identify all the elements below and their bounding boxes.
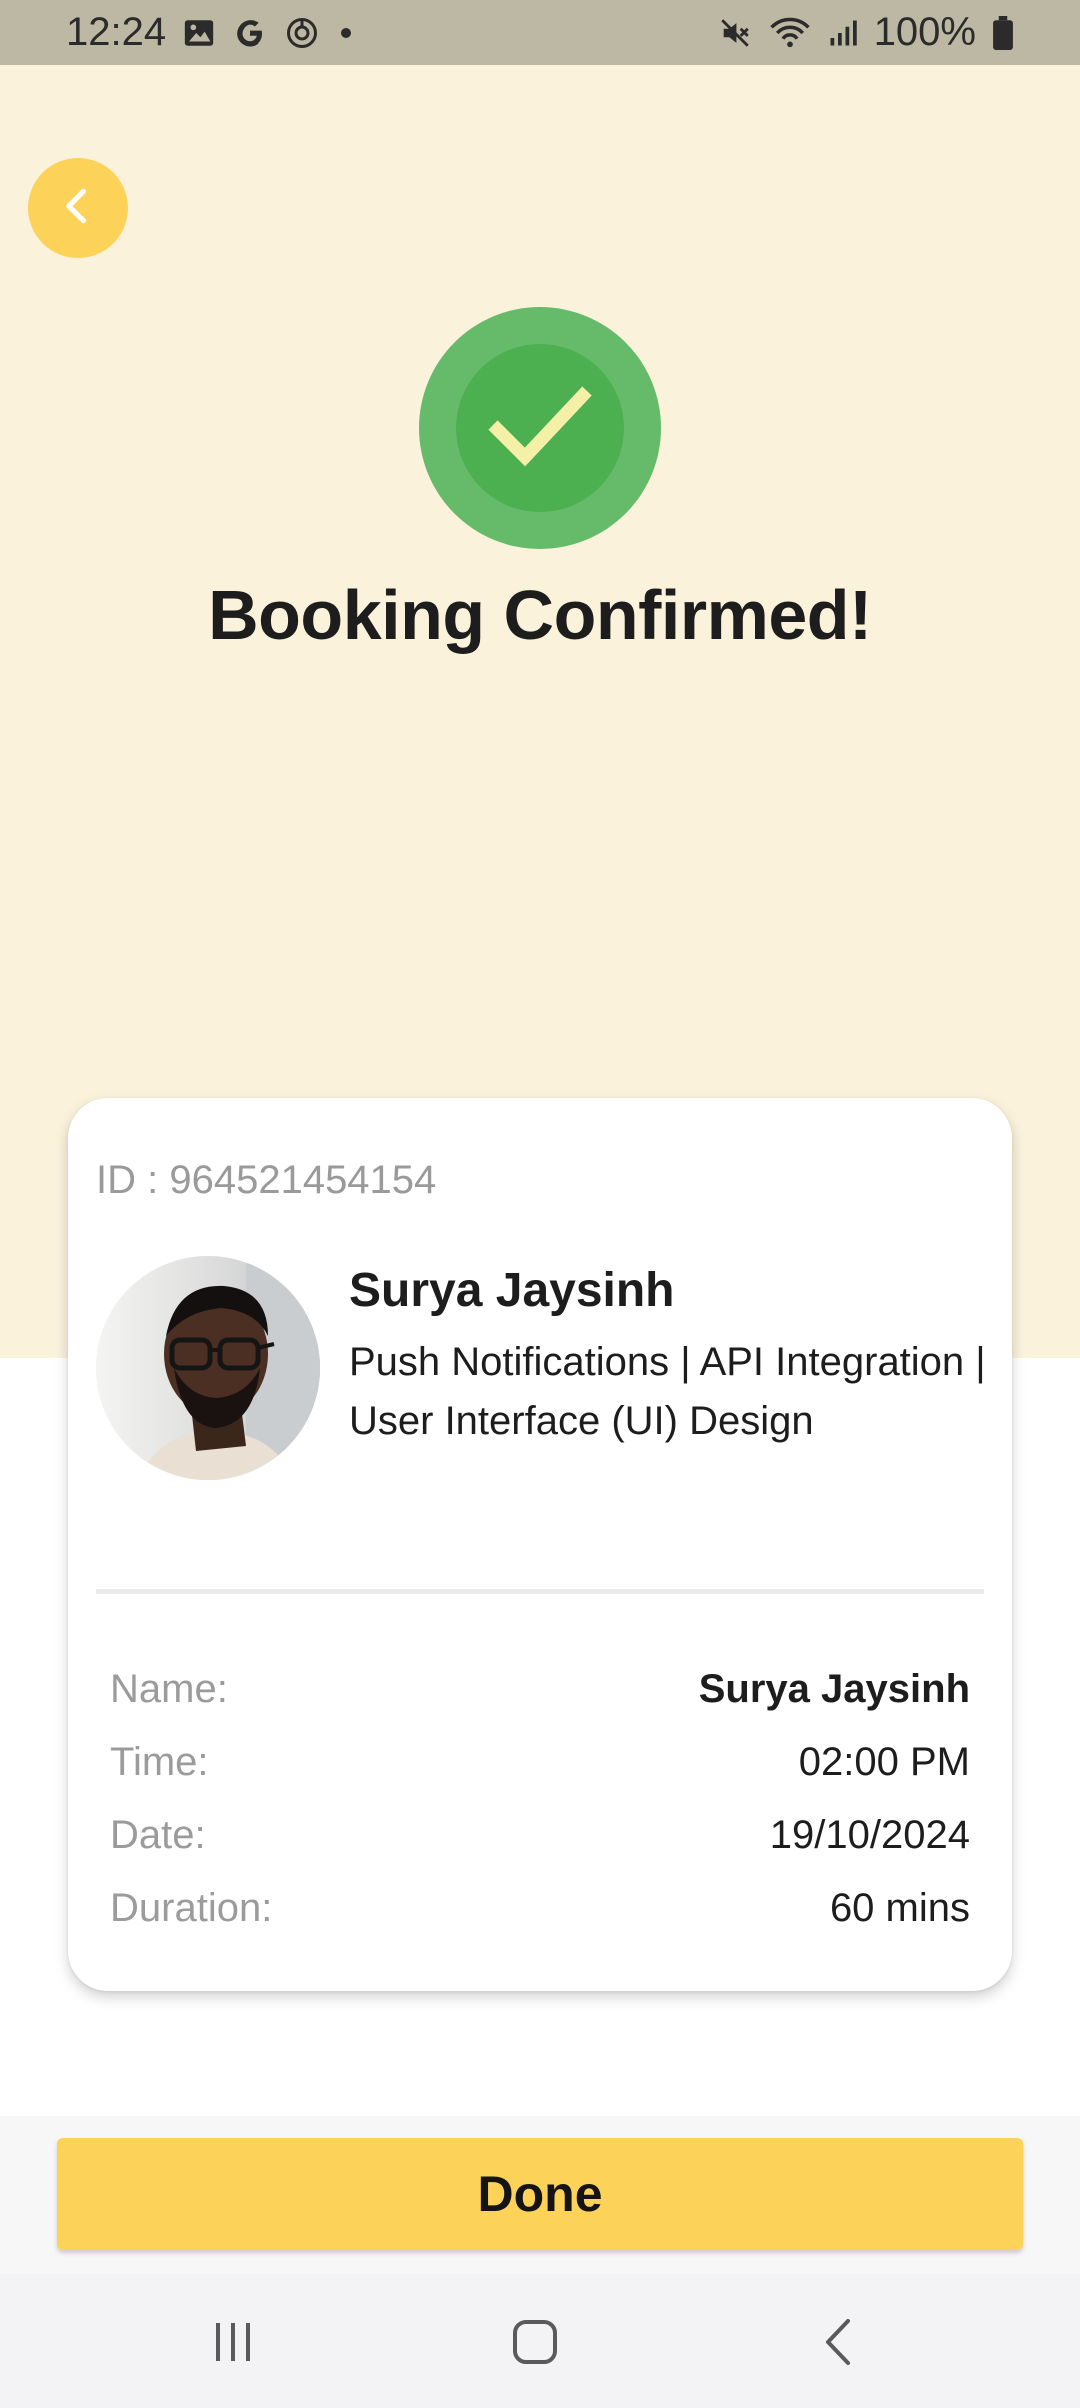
status-time: 12:24 — [66, 10, 167, 54]
booking-id: ID : 964521454154 — [96, 1158, 437, 1202]
detail-row-duration: Duration: 60 mins — [110, 1872, 970, 1945]
detail-value: 60 mins — [829, 1886, 970, 1930]
home-button[interactable] — [475, 2304, 595, 2384]
booking-confirmed-screen: 12:24 100% Booking Confirmed! ID: 96452… — [0, 0, 1080, 2408]
google-g-icon — [232, 15, 268, 51]
system-back-button[interactable] — [779, 2304, 899, 2384]
card-divider — [96, 1589, 984, 1594]
back-icon — [814, 2317, 864, 2372]
status-left: 12:24 — [66, 10, 356, 55]
home-icon — [510, 2317, 560, 2372]
success-badge-inner — [456, 344, 624, 512]
wifi-icon — [768, 16, 812, 50]
bottom-action-bar: Done — [0, 2116, 1080, 2274]
done-button[interactable]: Done — [57, 2138, 1023, 2250]
detail-row-time: Time: 02:00 PM — [110, 1726, 970, 1799]
checkmark-icon — [485, 381, 595, 476]
mute-icon — [718, 16, 752, 50]
success-badge — [419, 307, 661, 549]
detail-label: Name: — [110, 1667, 228, 1711]
detail-value: 02:00 PM — [798, 1740, 970, 1784]
status-right: 100% — [718, 10, 1014, 55]
page-title: Booking Confirmed! — [208, 576, 872, 654]
recent-apps-button[interactable] — [173, 2304, 293, 2384]
battery-icon — [992, 15, 1014, 50]
detail-value: 19/10/2024 — [769, 1813, 970, 1857]
mentor-name: Surya Jaysinh — [349, 1264, 675, 1317]
detail-label: Time: — [110, 1740, 209, 1784]
back-button[interactable] — [28, 158, 128, 258]
avatar — [96, 1256, 320, 1480]
detail-value: Surya Jaysinh — [698, 1667, 970, 1711]
detail-label: Date: — [110, 1813, 206, 1857]
detail-row-name: Name: Surya Jaysinh — [110, 1653, 970, 1726]
recent-apps-icon — [208, 2317, 258, 2372]
detail-label: Duration: — [110, 1886, 273, 1930]
signal-icon — [828, 18, 858, 48]
image-icon — [182, 16, 216, 50]
data-saver-icon — [284, 15, 320, 51]
battery-percentage: 100% — [873, 10, 976, 54]
dot-icon — [336, 23, 356, 43]
booking-card: ID : 964521454154 Surya Jaysinh Push Not… — [68, 1098, 1012, 1991]
system-nav-bar — [0, 2274, 1080, 2408]
booking-details: Name: Surya Jaysinh Time: 02:00 PM Date:… — [110, 1653, 970, 1945]
status-bar: 12:24 100% — [0, 0, 1080, 65]
chevron-left-icon — [56, 184, 100, 233]
mentor-skills: Push Notifications | API Integration | U… — [349, 1340, 986, 1443]
detail-row-date: Date: 19/10/2024 — [110, 1799, 970, 1872]
